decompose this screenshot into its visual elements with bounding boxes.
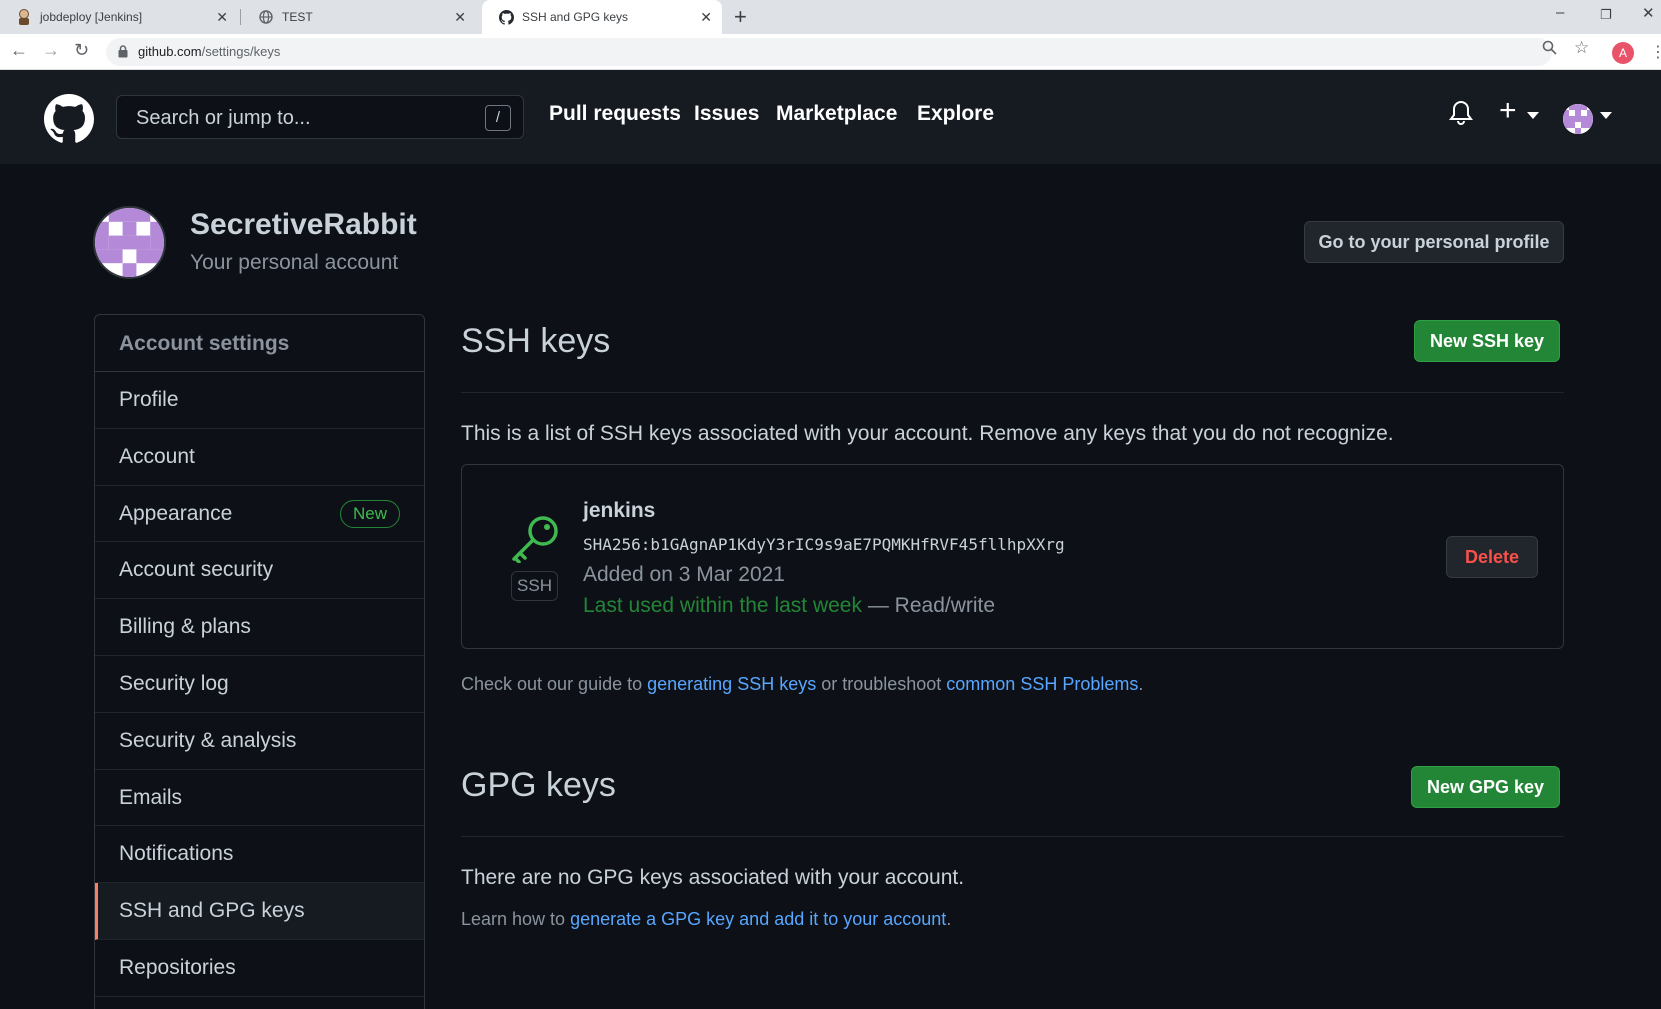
browser-profile-avatar[interactable]: A <box>1612 42 1634 64</box>
back-icon[interactable]: ← <box>10 40 28 61</box>
search-input[interactable]: Search or jump to... / <box>116 95 524 139</box>
sidebar-item-label: Billing & plans <box>119 615 251 639</box>
settings-sidebar: Account settings Profile Account Appeara… <box>94 314 425 1009</box>
close-icon[interactable]: ✕ <box>700 9 712 26</box>
gpg-learn-text: Learn how to generate a GPG key and add … <box>461 909 952 929</box>
tab-test[interactable]: TEST ✕ <box>242 0 476 34</box>
sidebar-item-label: Appearance <box>119 501 233 525</box>
sidebar-item-label: SSH and GPG keys <box>119 899 305 923</box>
window-close-icon[interactable]: ✕ <box>1642 4 1655 22</box>
account-subtitle: Your personal account <box>190 251 399 274</box>
github-header: Search or jump to... / Pull requests Iss… <box>0 70 1661 164</box>
sidebar-item-label: Account <box>119 444 195 468</box>
key-title: jenkins <box>583 499 656 522</box>
sidebar-item-security-analysis[interactable]: Security & analysis <box>95 713 424 770</box>
forward-icon[interactable]: → <box>42 40 60 61</box>
browser-tab-bar: jobdeploy [Jenkins] ✕ TEST ✕ SSH and GPG… <box>0 0 1661 34</box>
ssh-problems-link[interactable]: common SSH Problems <box>946 674 1138 694</box>
github-logo-icon[interactable] <box>44 94 94 149</box>
sidebar-item-label: Account security <box>119 558 274 582</box>
delete-key-button[interactable]: Delete <box>1446 536 1538 578</box>
sidebar-heading: Account settings <box>95 315 424 372</box>
sidebar-item-account[interactable]: Account <box>95 429 424 486</box>
sidebar-item-billing[interactable]: Billing & plans <box>95 599 424 656</box>
url-field[interactable]: github.com/settings/keys <box>106 38 1552 66</box>
account-name[interactable]: SecretiveRabbit <box>190 208 417 242</box>
ssh-description: This is a list of SSH keys associated wi… <box>461 422 1394 445</box>
sidebar-item-profile[interactable]: Profile <box>95 372 424 429</box>
go-to-profile-button[interactable]: Go to your personal profile <box>1304 221 1564 263</box>
new-badge: New <box>339 499 400 528</box>
nav-marketplace[interactable]: Marketplace <box>776 102 897 126</box>
browser-menu-icon[interactable]: ⋮ <box>1650 42 1661 62</box>
sidebar-item-emails[interactable]: Emails <box>95 770 424 827</box>
sidebar-item-label: Security log <box>119 671 229 695</box>
close-icon[interactable]: ✕ <box>454 9 466 26</box>
minimize-icon[interactable]: – <box>1556 4 1564 21</box>
chevron-down-icon[interactable] <box>1600 112 1612 119</box>
key-added-date: Added on 3 Mar 2021 <box>583 563 785 586</box>
generate-gpg-key-link[interactable]: generate a GPG key and add it to your ac… <box>570 909 946 929</box>
github-favicon-icon <box>498 9 514 25</box>
sidebar-item-account-security[interactable]: Account security <box>95 542 424 600</box>
tab-jobdeploy[interactable]: jobdeploy [Jenkins] ✕ <box>0 0 238 34</box>
key-last-used: Last used within the last week — Read/wr… <box>583 594 995 618</box>
bookmark-star-icon[interactable]: ☆ <box>1574 38 1589 58</box>
user-avatar[interactable] <box>1563 104 1593 134</box>
sidebar-item-label: Repositories <box>119 955 236 979</box>
sidebar-item-ssh-gpg-keys[interactable]: SSH and GPG keys <box>95 883 424 940</box>
access-level: — Read/write <box>862 594 996 617</box>
ssh-guide-text: Check out our guide to generating SSH ke… <box>461 674 1144 694</box>
nav-issues[interactable]: Issues <box>694 102 759 126</box>
sidebar-item-security-log[interactable]: Security log <box>95 656 424 713</box>
section-divider <box>461 392 1564 393</box>
sidebar-item-label: Profile <box>119 388 179 411</box>
tab-label: TEST <box>282 10 313 24</box>
sidebar-item-label: Notifications <box>119 842 234 866</box>
sidebar-item-appearance[interactable]: Appearance New <box>95 486 424 543</box>
new-tab-icon[interactable]: + <box>734 4 747 30</box>
tab-ssh-gpg-keys[interactable]: SSH and GPG keys ✕ <box>482 0 722 34</box>
new-ssh-key-button[interactable]: New SSH key <box>1414 320 1560 362</box>
tab-label: SSH and GPG keys <box>522 10 629 24</box>
zoom-icon[interactable] <box>1542 40 1557 59</box>
tab-separator <box>240 9 241 25</box>
key-type-label: SSH <box>511 571 558 601</box>
globe-icon <box>258 9 274 25</box>
key-icon <box>510 513 562 568</box>
tab-label: jobdeploy [Jenkins] <box>40 10 143 24</box>
new-gpg-key-button[interactable]: New GPG key <box>1411 766 1560 808</box>
section-divider <box>461 836 1564 837</box>
sidebar-item-notifications[interactable]: Notifications <box>95 826 424 884</box>
last-used-text: Last used within the last week <box>583 594 862 617</box>
chevron-down-icon[interactable] <box>1527 112 1539 119</box>
nav-explore[interactable]: Explore <box>917 102 994 126</box>
url-text: github.com/settings/keys <box>138 44 281 59</box>
address-bar: ← → ↻ github.com/settings/keys ☆ <box>0 34 1661 70</box>
lock-icon[interactable] <box>118 45 128 63</box>
generating-ssh-keys-link[interactable]: generating SSH keys <box>647 674 816 694</box>
notifications-bell-icon[interactable] <box>1449 100 1473 131</box>
ssh-key-card: SSH jenkins SHA256:b1GAgnAP1KdyY3rIC9s9a… <box>461 464 1564 649</box>
account-avatar[interactable] <box>93 206 166 279</box>
ssh-keys-title: SSH keys <box>461 322 611 360</box>
sidebar-item-label: Security & analysis <box>119 728 297 752</box>
search-placeholder: Search or jump to... <box>136 107 311 129</box>
gpg-keys-title: GPG keys <box>461 766 616 804</box>
search-shortcut-key: / <box>485 105 511 131</box>
close-icon[interactable]: ✕ <box>216 9 228 26</box>
reload-icon[interactable]: ↻ <box>74 40 89 61</box>
nav-pull-requests[interactable]: Pull requests <box>549 102 681 126</box>
key-fingerprint: SHA256:b1GAgnAP1KdyY3rIC9s9aE7PQMKHfRVF4… <box>583 535 1065 554</box>
sidebar-item-label: Emails <box>119 785 183 809</box>
sidebar-item-repositories[interactable]: Repositories <box>95 940 424 997</box>
create-new-plus-icon[interactable]: + <box>1499 94 1517 128</box>
restore-icon[interactable]: ❐ <box>1600 7 1612 23</box>
jenkins-icon <box>16 9 32 25</box>
gpg-empty-message: There are no GPG keys associated with yo… <box>461 866 965 889</box>
